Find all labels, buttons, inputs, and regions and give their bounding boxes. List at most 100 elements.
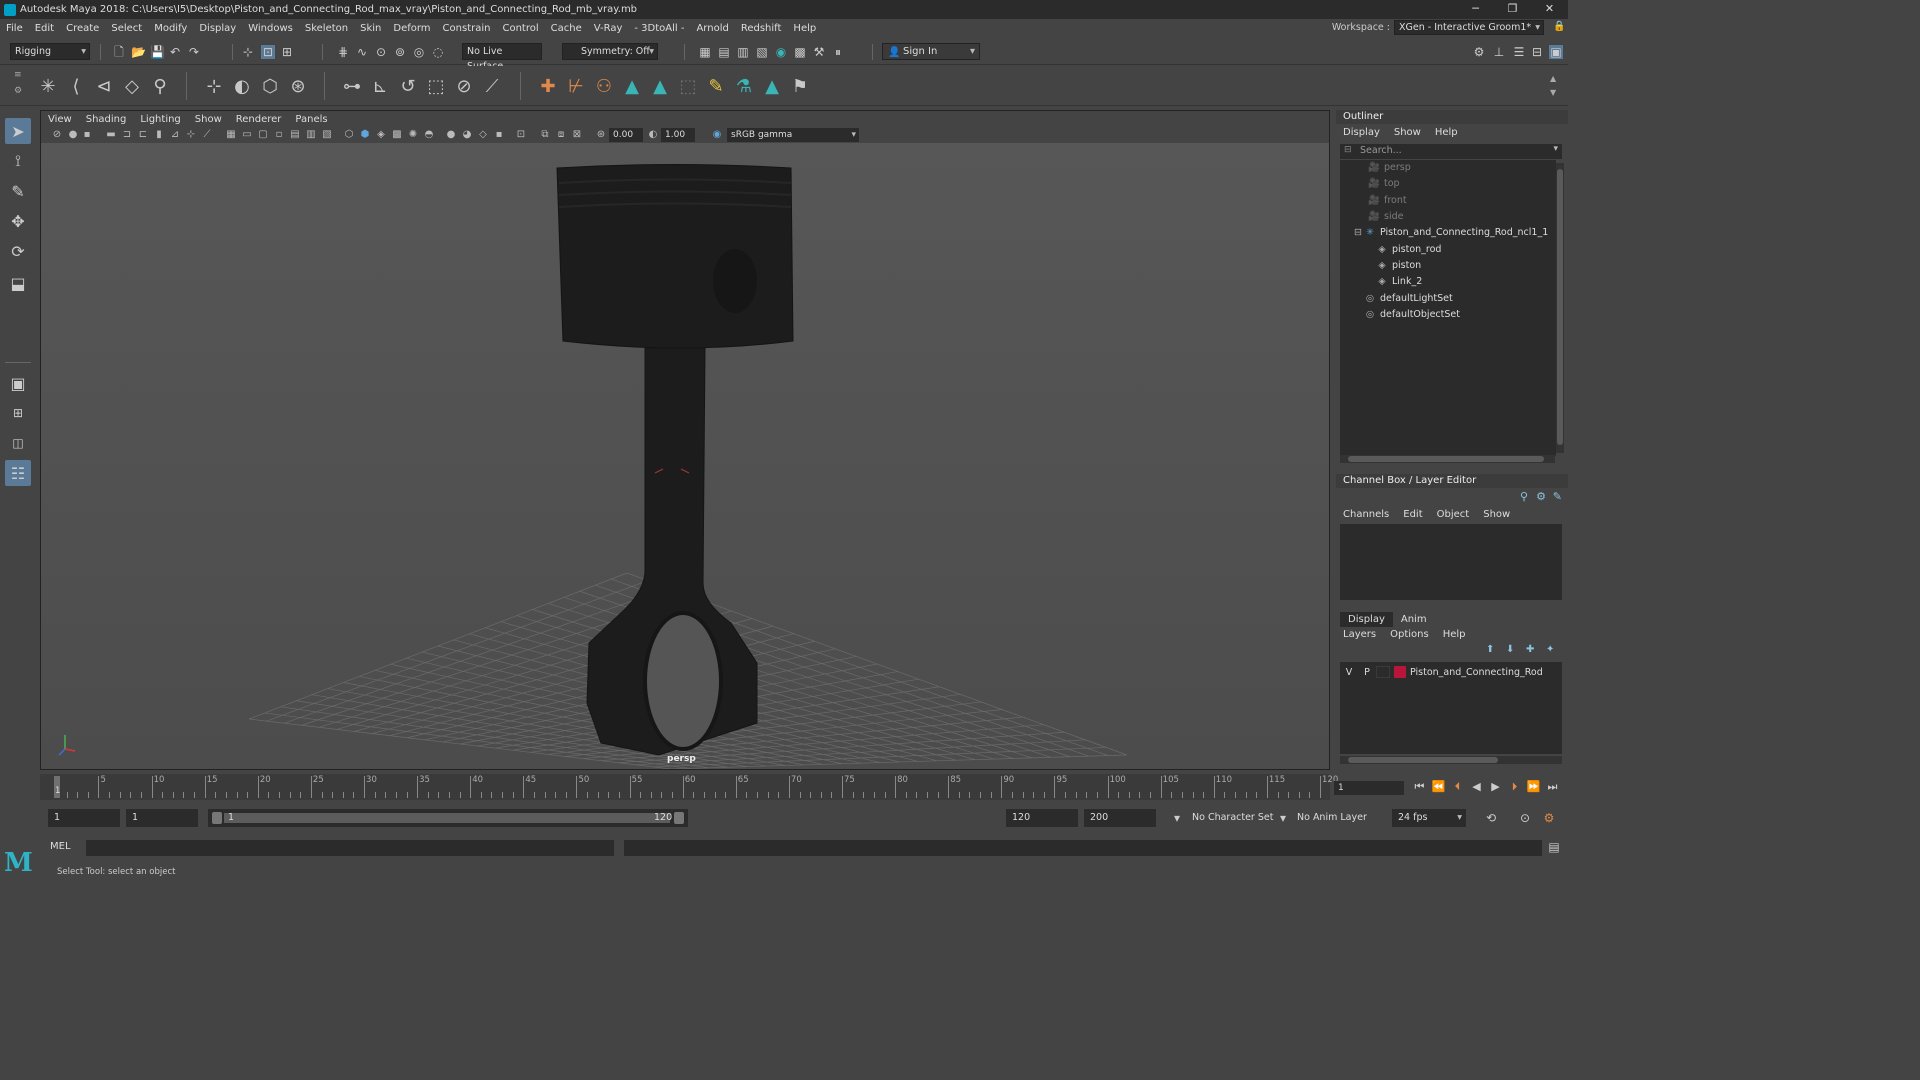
select-hierarchy-icon[interactable]: ⊹: [241, 45, 255, 59]
snap-live-icon[interactable]: ◌: [431, 45, 445, 59]
grease-pencil-icon[interactable]: ⊏: [137, 129, 149, 141]
exposure-field[interactable]: 0.00: [609, 128, 643, 142]
toggle-outliner-icon[interactable]: ▣: [1549, 45, 1563, 59]
mudbox-alt-icon[interactable]: ▲: [648, 74, 672, 98]
layer-color-swatch[interactable]: [1394, 666, 1406, 678]
motion-blur-icon[interactable]: ◕: [461, 129, 473, 141]
outliner-item-piston[interactable]: ◈ piston: [1340, 258, 1556, 274]
menu-select[interactable]: Select: [105, 23, 148, 34]
step-forward-key-icon[interactable]: ⏩: [1524, 779, 1543, 795]
menu-skin[interactable]: Skin: [354, 23, 387, 34]
hypershade-icon[interactable]: ◉: [774, 45, 788, 59]
channel-box-edit-icon[interactable]: ✎: [1553, 490, 1562, 503]
scene-start-field[interactable]: 1: [48, 809, 120, 827]
minimize-button[interactable]: ─: [1457, 0, 1494, 19]
gate-mask-icon[interactable]: ⊹: [185, 129, 197, 141]
pause-icon[interactable]: ⏸: [831, 45, 845, 59]
layer-editor-scrollbar[interactable]: [1340, 756, 1562, 764]
command-input[interactable]: [86, 840, 614, 856]
menu-constrain[interactable]: Constrain: [437, 23, 497, 34]
symmetry-dropdown[interactable]: Symmetry: Off: [562, 43, 658, 60]
close-button[interactable]: ✕: [1531, 0, 1568, 19]
outliner-menu-display[interactable]: Display: [1336, 127, 1387, 138]
new-layer-selected-icon[interactable]: ✦: [1546, 644, 1554, 655]
layer-display-type[interactable]: [1376, 666, 1390, 678]
parent-constraint-icon[interactable]: ⊶: [340, 74, 364, 98]
gamma-field[interactable]: 1.00: [661, 128, 695, 142]
outliner-item-top[interactable]: 🎥 top: [1340, 176, 1556, 192]
range-end-handle[interactable]: [674, 812, 684, 824]
lasso-tool-icon[interactable]: ⟟: [5, 148, 31, 174]
shelf-scroll-up-icon[interactable]: ▲: [1550, 74, 1556, 83]
bind-skin-icon[interactable]: ⊹: [202, 74, 226, 98]
anti-alias-icon[interactable]: ◇: [477, 129, 489, 141]
auto-key-icon[interactable]: ⊙: [1518, 811, 1532, 825]
paint-weights-icon[interactable]: ✎: [704, 74, 728, 98]
maximize-button[interactable]: ❐: [1494, 0, 1531, 19]
menu-skeleton[interactable]: Skeleton: [299, 23, 354, 34]
toggle-attribute-editor-icon[interactable]: ⊥: [1492, 45, 1506, 59]
collapse-icon[interactable]: ⊟: [1354, 225, 1364, 241]
shelf-scroll-down-icon[interactable]: ▼: [1550, 88, 1556, 97]
ipr-render-icon[interactable]: ▥: [736, 45, 750, 59]
range-bar[interactable]: 1 120: [208, 809, 688, 827]
menu-3dtoall[interactable]: - 3DtoAll -: [628, 23, 690, 34]
fps-dropdown[interactable]: 24 fps: [1392, 809, 1466, 827]
two-view-icon[interactable]: ◫: [5, 430, 31, 456]
move-layer-up-icon[interactable]: ⬆: [1486, 644, 1494, 655]
snap-point-icon[interactable]: ⊙: [374, 45, 388, 59]
textured-icon[interactable]: ▩: [391, 129, 403, 141]
open-scene-icon[interactable]: 📂: [131, 45, 146, 59]
vp-menu-panels[interactable]: Panels: [288, 114, 334, 125]
go-to-end-icon[interactable]: ⏭: [1543, 779, 1562, 795]
lattice-icon[interactable]: ⬡: [258, 74, 282, 98]
xray-joints-icon[interactable]: ⧉: [539, 129, 551, 141]
shadows-icon[interactable]: ◓: [423, 129, 435, 141]
le-menu-layers[interactable]: Layers: [1336, 629, 1383, 640]
anim-layer-dropdown[interactable]: No Anim Layer: [1291, 809, 1381, 827]
outliner-item-default-light-set[interactable]: ◎ defaultLightSet: [1340, 291, 1556, 307]
empty-slot-icon[interactable]: ⬚: [676, 74, 700, 98]
safe-action-icon[interactable]: ▢: [257, 129, 269, 141]
playback-start-field[interactable]: 1: [126, 809, 198, 827]
outliner-menu-help[interactable]: Help: [1428, 127, 1465, 138]
menu-windows[interactable]: Windows: [242, 23, 299, 34]
step-back-key-icon[interactable]: ⏪: [1429, 779, 1448, 795]
character-set-dropdown[interactable]: No Character Set: [1186, 809, 1286, 827]
channel-box-tool-icon[interactable]: ⚲: [1520, 490, 1528, 503]
cb-menu-channels[interactable]: Channels: [1336, 509, 1396, 520]
backface-icon[interactable]: ⊠: [571, 129, 583, 141]
menu-display[interactable]: Display: [193, 23, 242, 34]
menu-redshift[interactable]: Redshift: [735, 23, 788, 34]
single-view-icon[interactable]: ▣: [5, 370, 31, 396]
redo-icon[interactable]: ↷: [187, 45, 201, 59]
layer-row[interactable]: V P Piston_and_Connecting_Rod: [1340, 664, 1562, 680]
le-menu-help[interactable]: Help: [1436, 629, 1473, 640]
tab-display[interactable]: Display: [1340, 612, 1393, 627]
menu-arnold[interactable]: Arnold: [690, 23, 734, 34]
cluster-icon[interactable]: ⊛: [286, 74, 310, 98]
camera-lock-icon[interactable]: ●: [67, 129, 79, 141]
outliner-item-link-2[interactable]: ◈ Link_2: [1340, 274, 1556, 290]
new-scene-icon[interactable]: 🗋: [112, 45, 126, 59]
menu-create[interactable]: Create: [60, 23, 105, 34]
menu-modify[interactable]: Modify: [148, 23, 193, 34]
outliner-item-default-object-set[interactable]: ◎ defaultObjectSet: [1340, 307, 1556, 323]
menu-deform[interactable]: Deform: [387, 23, 436, 34]
character-icon[interactable]: ⚇: [592, 74, 616, 98]
loop-icon[interactable]: ⟲: [1484, 811, 1498, 825]
menu-cache[interactable]: Cache: [545, 23, 588, 34]
wireframe-icon[interactable]: ⬡: [343, 129, 355, 141]
film-gate-icon[interactable]: ▭: [241, 129, 253, 141]
toggle-modeling-toolkit-icon[interactable]: ⚙: [1472, 45, 1486, 59]
play-forwards-icon[interactable]: ▶: [1486, 779, 1505, 795]
paint-select-icon[interactable]: ✎: [5, 178, 31, 204]
wireframe-on-shaded-icon[interactable]: ◈: [375, 129, 387, 141]
mudbox-icon[interactable]: ▲: [620, 74, 644, 98]
four-view-icon[interactable]: ⊞: [5, 400, 31, 426]
channel-box-settings-icon[interactable]: ⚙: [1536, 490, 1546, 503]
search-options-icon[interactable]: ▾: [1553, 144, 1558, 154]
current-frame-field[interactable]: 1: [1334, 781, 1404, 795]
le-menu-options[interactable]: Options: [1383, 629, 1436, 640]
outliner-item-side[interactable]: 🎥 side: [1340, 209, 1556, 225]
